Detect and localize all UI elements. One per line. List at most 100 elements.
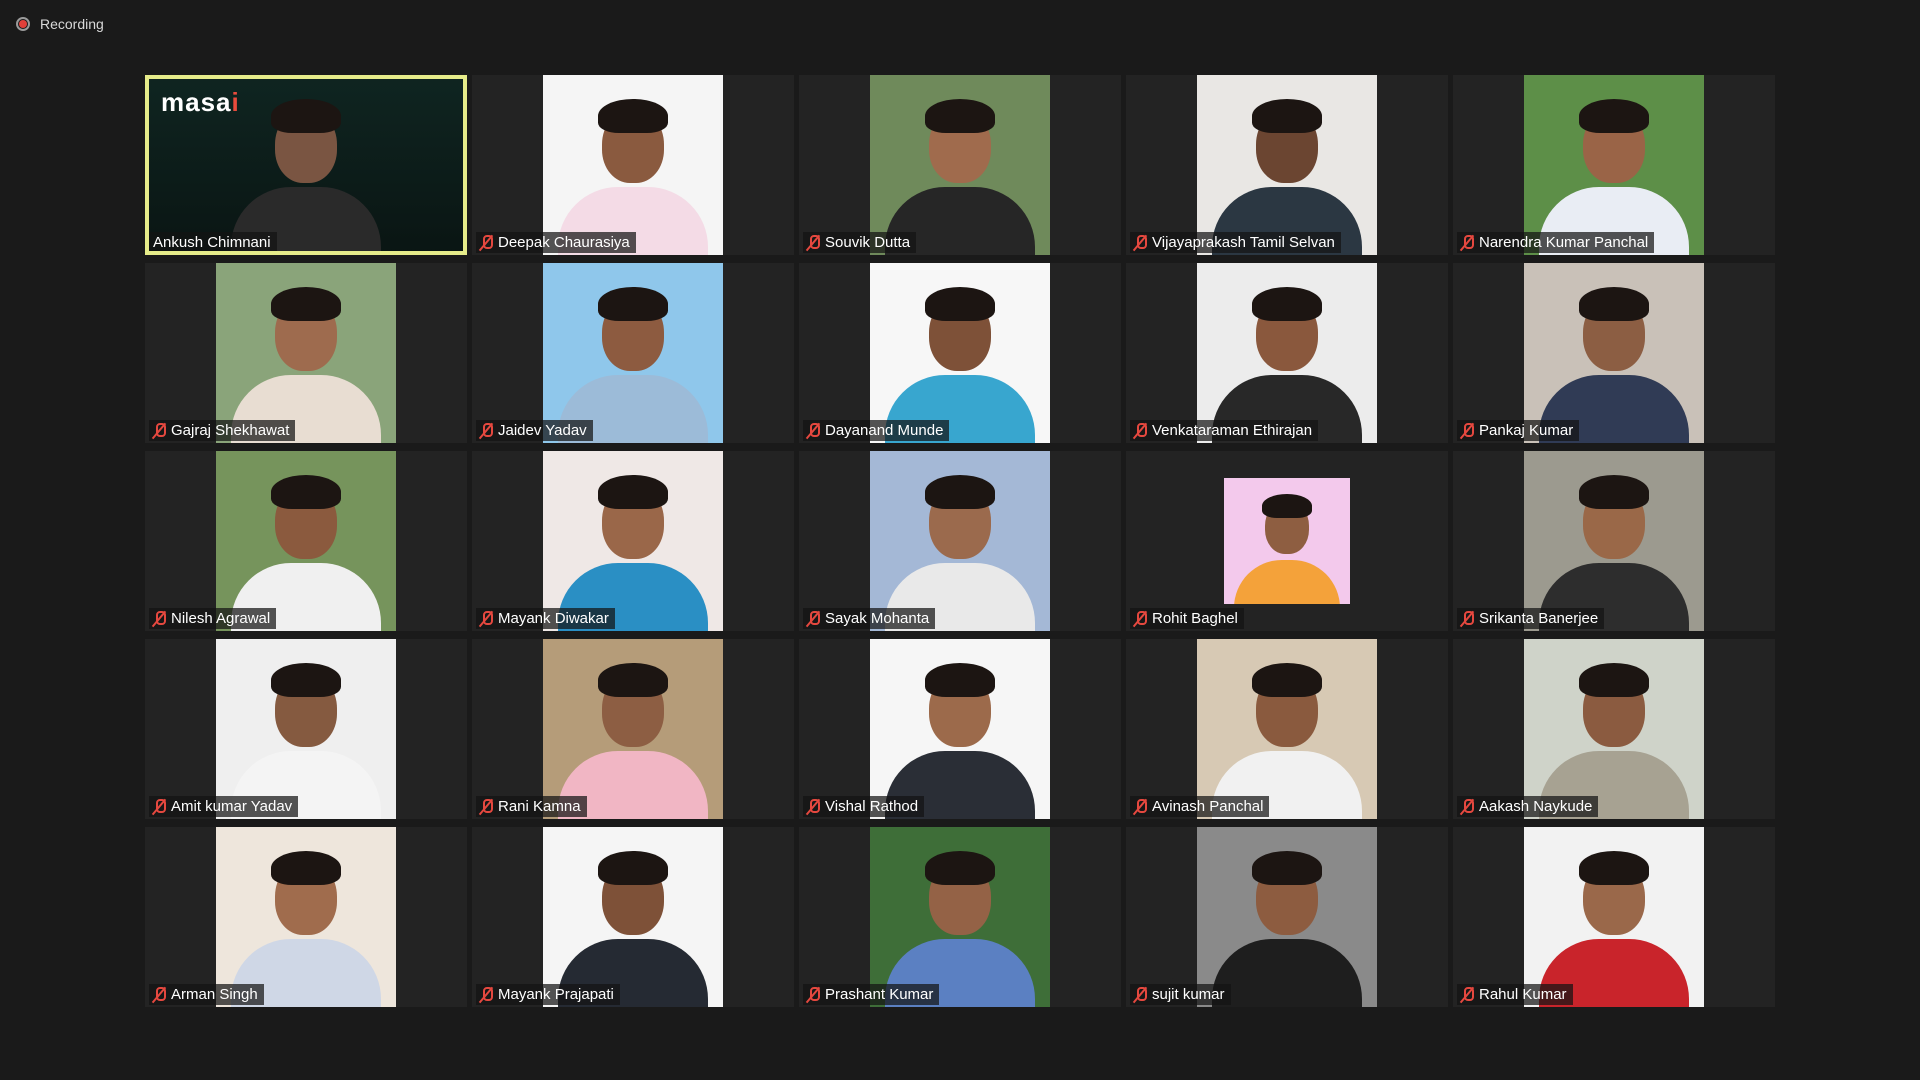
masai-logo: masai (161, 87, 240, 117)
participant-name: Mayank Diwakar (498, 610, 609, 627)
mic-muted-icon (1134, 610, 1147, 627)
mic-muted-icon (480, 986, 493, 1003)
participant-name: Venkataraman Ethirajan (1152, 422, 1313, 439)
mic-muted-icon (1461, 234, 1474, 251)
mic-muted-icon (153, 422, 166, 439)
participant-photo (1197, 827, 1377, 1007)
video-tile[interactable]: Avinash Panchal (1126, 639, 1448, 819)
participant-name: Rohit Baghel (1152, 610, 1238, 627)
video-tile[interactable]: Venkataraman Ethirajan (1126, 263, 1448, 443)
participant-name-label: Jaidev Yadav (476, 420, 593, 441)
mic-muted-icon (1134, 234, 1147, 251)
participant-photo (1524, 827, 1704, 1007)
video-tile[interactable]: Arman Singh (145, 827, 467, 1007)
video-gallery: masai Ankush Chimnani Deepak Chaurasiya S… (145, 75, 1775, 1007)
video-tile[interactable]: Rohit Baghel (1126, 451, 1448, 631)
participant-name-label: sujit kumar (1130, 984, 1231, 1005)
participant-photo (543, 451, 723, 631)
participant-name: Gajraj Shekhawat (171, 422, 290, 439)
participant-photo (1524, 263, 1704, 443)
mic-muted-icon (480, 422, 493, 439)
video-tile[interactable]: Mayank Prajapati (472, 827, 794, 1007)
participant-name: Vijayaprakash Tamil Selvan (1152, 234, 1335, 251)
video-tile[interactable]: Souvik Dutta (799, 75, 1121, 255)
participant-photo (543, 639, 723, 819)
video-tile-host[interactable]: masai Ankush Chimnani (145, 75, 467, 255)
participant-name: Aakash Naykude (1479, 798, 1593, 815)
participant-name-label: Arman Singh (149, 984, 264, 1005)
video-tile[interactable]: Srikanta Banerjee (1453, 451, 1775, 631)
mic-muted-icon (807, 422, 820, 439)
participant-name: Vishal Rathod (825, 798, 919, 815)
record-icon (16, 17, 30, 31)
video-tile[interactable]: Rani Kamna (472, 639, 794, 819)
participant-name-label: Narendra Kumar Panchal (1457, 232, 1655, 253)
participant-name: Prashant Kumar (825, 986, 934, 1003)
participant-name-label: Souvik Dutta (803, 232, 917, 253)
participant-name-label: Mayank Prajapati (476, 984, 620, 1005)
video-tile[interactable]: Narendra Kumar Panchal (1453, 75, 1775, 255)
video-tile[interactable]: Gajraj Shekhawat (145, 263, 467, 443)
mic-muted-icon (480, 798, 493, 815)
video-tile[interactable]: Sayak Mohanta (799, 451, 1121, 631)
participant-photo (216, 827, 396, 1007)
mic-muted-icon (1461, 422, 1474, 439)
participant-name: Jaidev Yadav (498, 422, 587, 439)
mic-muted-icon (480, 234, 493, 251)
video-tile[interactable]: Rahul Kumar (1453, 827, 1775, 1007)
participant-photo (216, 639, 396, 819)
mic-muted-icon (1134, 986, 1147, 1003)
video-tile[interactable]: Aakash Naykude (1453, 639, 1775, 819)
mic-muted-icon (480, 610, 493, 627)
mic-muted-icon (807, 986, 820, 1003)
participant-photo (543, 827, 723, 1007)
participant-name-label: Vishal Rathod (803, 796, 925, 817)
participant-photo (870, 75, 1050, 255)
participant-name-label: Mayank Diwakar (476, 608, 615, 629)
video-tile[interactable]: Pankaj Kumar (1453, 263, 1775, 443)
video-tile[interactable]: Deepak Chaurasiya (472, 75, 794, 255)
mic-muted-icon (153, 798, 166, 815)
participant-name-label: Srikanta Banerjee (1457, 608, 1605, 629)
participant-name-label: Sayak Mohanta (803, 608, 936, 629)
participant-name-label: Aakash Naykude (1457, 796, 1599, 817)
participant-photo (1197, 639, 1377, 819)
participant-name-label: Dayanand Munde (803, 420, 950, 441)
video-tile[interactable]: Vijayaprakash Tamil Selvan (1126, 75, 1448, 255)
participant-name-label: Deepak Chaurasiya (476, 232, 636, 253)
participant-name-label: Vijayaprakash Tamil Selvan (1130, 232, 1341, 253)
participant-photo (1197, 75, 1377, 255)
mic-muted-icon (153, 610, 166, 627)
participant-name-label: Rani Kamna (476, 796, 587, 817)
video-tile[interactable]: Mayank Diwakar (472, 451, 794, 631)
participant-photo (543, 75, 723, 255)
participant-photo (1197, 263, 1377, 443)
participant-name: Pankaj Kumar (1479, 422, 1574, 439)
participant-name-label: Nilesh Agrawal (149, 608, 277, 629)
participant-photo (870, 827, 1050, 1007)
participant-name: Avinash Panchal (1152, 798, 1264, 815)
participant-name: Ankush Chimnani (153, 234, 271, 251)
participant-name-label: Venkataraman Ethirajan (1130, 420, 1319, 441)
mic-muted-icon (807, 798, 820, 815)
video-tile[interactable]: Vishal Rathod (799, 639, 1121, 819)
recording-indicator[interactable]: Recording (16, 16, 104, 32)
participant-name: Rahul Kumar (1479, 986, 1567, 1003)
participant-photo (216, 263, 396, 443)
video-tile[interactable]: Nilesh Agrawal (145, 451, 467, 631)
mic-muted-icon (153, 986, 166, 1003)
video-tile[interactable]: Prashant Kumar (799, 827, 1121, 1007)
participant-name: Narendra Kumar Panchal (1479, 234, 1649, 251)
participant-photo (543, 263, 723, 443)
video-tile[interactable]: sujit kumar (1126, 827, 1448, 1007)
participant-name-label: Ankush Chimnani (149, 232, 277, 253)
participant-name-label: Rohit Baghel (1130, 608, 1244, 629)
video-tile[interactable]: Amit kumar Yadav (145, 639, 467, 819)
participant-name-label: Avinash Panchal (1130, 796, 1270, 817)
participant-name: Nilesh Agrawal (171, 610, 271, 627)
participant-name: sujit kumar (1152, 986, 1225, 1003)
participant-name-label: Pankaj Kumar (1457, 420, 1580, 441)
participant-photo (1524, 639, 1704, 819)
video-tile[interactable]: Jaidev Yadav (472, 263, 794, 443)
video-tile[interactable]: Dayanand Munde (799, 263, 1121, 443)
